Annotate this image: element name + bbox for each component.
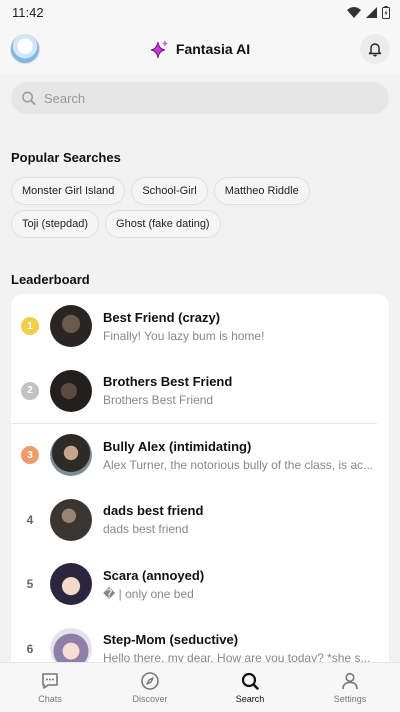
rank-badge: 3 [21,446,39,465]
rank-number: 4 [26,512,34,527]
user-avatar[interactable] [10,34,40,64]
character-name: Scara (annoyed) [103,567,205,583]
status-bar: 11:42 [0,0,400,24]
leaderboard-row[interactable]: 1 Best Friend (crazy) Finally! You lazy … [11,294,389,359]
bell-icon [368,43,382,57]
character-description: dads best friend [103,522,189,537]
chip-mattheo-riddle[interactable]: Mattheo Riddle [213,177,310,205]
compass-icon [141,672,159,690]
popular-searches-title: Popular Searches [11,150,121,165]
leaderboard-list: 1 Best Friend (crazy) Finally! You lazy … [11,294,389,662]
rank-number: 5 [26,577,34,592]
app-title: Fantasia AI [175,41,251,57]
nav-settings[interactable]: Settings [300,663,400,712]
leaderboard-row[interactable]: 6 Step-Mom (seductive) Hello there, my d… [11,617,389,662]
app-header: Fantasia AI [0,24,400,74]
character-name: Best Friend (crazy) [103,309,221,325]
character-avatar [50,498,92,541]
notifications-button[interactable] [360,34,390,64]
wifi-icon [347,6,361,18]
leaderboard-title: Leaderboard [11,272,90,287]
character-avatar [50,305,92,348]
character-avatar [50,563,92,606]
chip-toji-stepdad[interactable]: Toji (stepdad) [11,210,100,238]
character-avatar [50,369,92,412]
search-section [0,74,400,114]
character-description: Hello there, my dear. How are you today?… [103,651,371,662]
chat-icon [42,673,58,689]
status-icons [347,5,390,19]
search-input[interactable] [43,90,379,106]
nav-label-search: Search [235,694,265,704]
brand: Fantasia AI [150,39,250,59]
character-description: Alex Turner, the notorious bully of the … [103,457,374,472]
character-description: � | only one bed [103,586,194,601]
character-name: Brothers Best Friend [103,374,233,390]
bottom-nav: Chats Discover Search Settings [0,662,400,712]
nav-chats[interactable]: Chats [0,663,100,712]
row-divider [11,423,377,424]
sparkle-icon [150,40,168,59]
person-icon [342,672,358,690]
rank-badge: 2 [21,381,39,400]
nav-label-settings: Settings [333,694,367,704]
search-icon [22,91,36,105]
nav-search[interactable]: Search [200,663,300,712]
nav-label-chats: Chats [38,694,62,704]
character-avatar [50,627,92,662]
signal-icon [366,6,377,18]
status-time: 11:42 [12,4,44,20]
popular-chips: Monster Girl Island School-Girl Mattheo … [0,165,400,238]
character-name: Bully Alex (intimidating) [103,438,252,454]
nav-discover[interactable]: Discover [100,663,200,712]
leaderboard-row[interactable]: 3 Bully Alex (intimidating) Alex Turner,… [11,423,389,488]
battery-icon [382,5,390,19]
nav-label-discover: Discover [132,694,168,704]
leaderboard-row[interactable]: 4 dads best friend dads best friend [11,488,389,553]
leaderboard-row[interactable]: 2 Brothers Best Friend Brothers Best Fri… [11,359,389,424]
chip-ghost-fake-dating[interactable]: Ghost (fake dating) [105,210,221,238]
rank-number: 6 [26,641,34,656]
rank-badge: 1 [21,317,39,336]
character-description: Finally! You lazy bum is home! [103,328,265,343]
chip-monster-girl-island[interactable]: Monster Girl Island [11,177,126,205]
character-name: Step-Mom (seductive) [103,632,239,648]
chip-school-girl[interactable]: School-Girl [131,177,208,205]
leaderboard-row[interactable]: 5 Scara (annoyed) � | only one bed [11,552,389,617]
search-icon [241,672,259,690]
search-bar[interactable] [11,82,389,114]
character-avatar [50,434,92,477]
character-description: Brothers Best Friend [103,393,214,408]
character-name: dads best friend [103,503,204,519]
